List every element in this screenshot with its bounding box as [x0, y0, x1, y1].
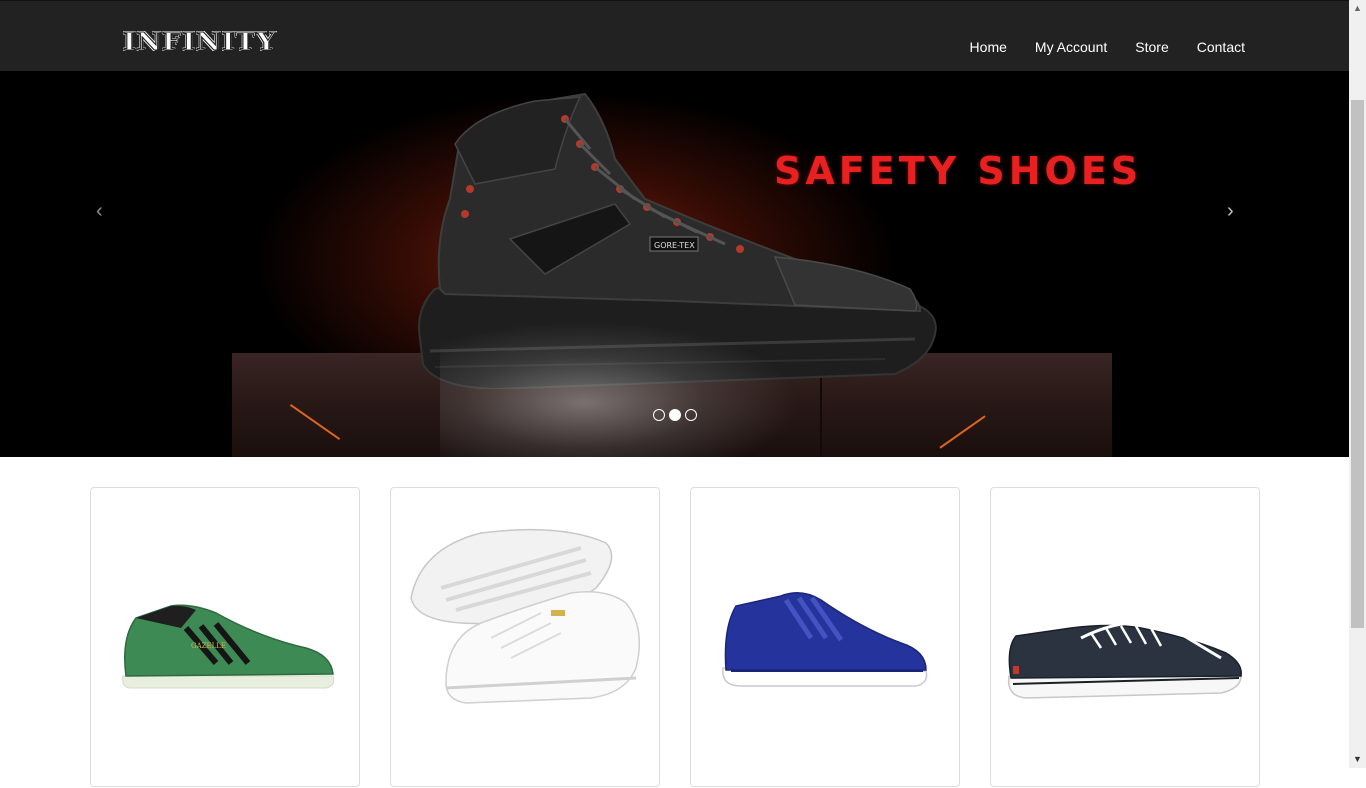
product-card[interactable]: [390, 487, 660, 787]
nav-home-link[interactable]: Home: [956, 38, 1021, 56]
navy-canvas-sneaker-icon: [1007, 620, 1242, 699]
nav-store-link[interactable]: Store: [1121, 38, 1182, 56]
scroll-up-arrow-icon[interactable]: ▲: [1349, 0, 1366, 17]
scroll-down-arrow-icon[interactable]: ▼: [1349, 751, 1366, 768]
product-card[interactable]: [990, 487, 1260, 787]
product-card[interactable]: GAZELLE: [90, 487, 360, 787]
main-nav: Home My Account Store Contact: [956, 38, 1245, 56]
blue-knit-sneaker-icon: [722, 592, 928, 687]
chevron-right-icon: ›: [1227, 200, 1234, 222]
svg-text:GORE-TEX: GORE-TEX: [654, 241, 695, 250]
smoke-effect: [440, 321, 800, 457]
nav-my-account-link[interactable]: My Account: [1021, 38, 1121, 56]
scrollbar-thumb[interactable]: [1351, 100, 1364, 628]
green-suede-sneaker-icon: GAZELLE: [122, 604, 335, 689]
slide-title: SAFETY SHOES: [774, 149, 1143, 193]
carousel-next-control[interactable]: ›: [1227, 201, 1234, 221]
product-grid: GAZELLE: [90, 487, 1260, 787]
carousel-indicator-2[interactable]: [669, 409, 681, 421]
nav-contact-link[interactable]: Contact: [1183, 38, 1245, 56]
chevron-left-icon: ‹: [96, 200, 103, 222]
carousel-indicator-3[interactable]: [685, 409, 697, 421]
hero-carousel: GORE-TEX SAFETY SHOES ‹ ›: [0, 71, 1349, 457]
carousel-indicators: [653, 409, 697, 421]
top-navbar: INFINITY Home My Account Store Contact: [0, 0, 1349, 71]
svg-text:GAZELLE: GAZELLE: [191, 642, 226, 650]
page-scrollbar[interactable]: ▲ ▼: [1349, 0, 1366, 768]
white-leather-sneaker-icon: [410, 528, 641, 704]
carousel-indicator-1[interactable]: [653, 409, 665, 421]
infinity-logo[interactable]: INFINITY: [122, 28, 277, 57]
product-card[interactable]: [690, 487, 960, 787]
carousel-prev-control[interactable]: ‹: [96, 201, 103, 221]
